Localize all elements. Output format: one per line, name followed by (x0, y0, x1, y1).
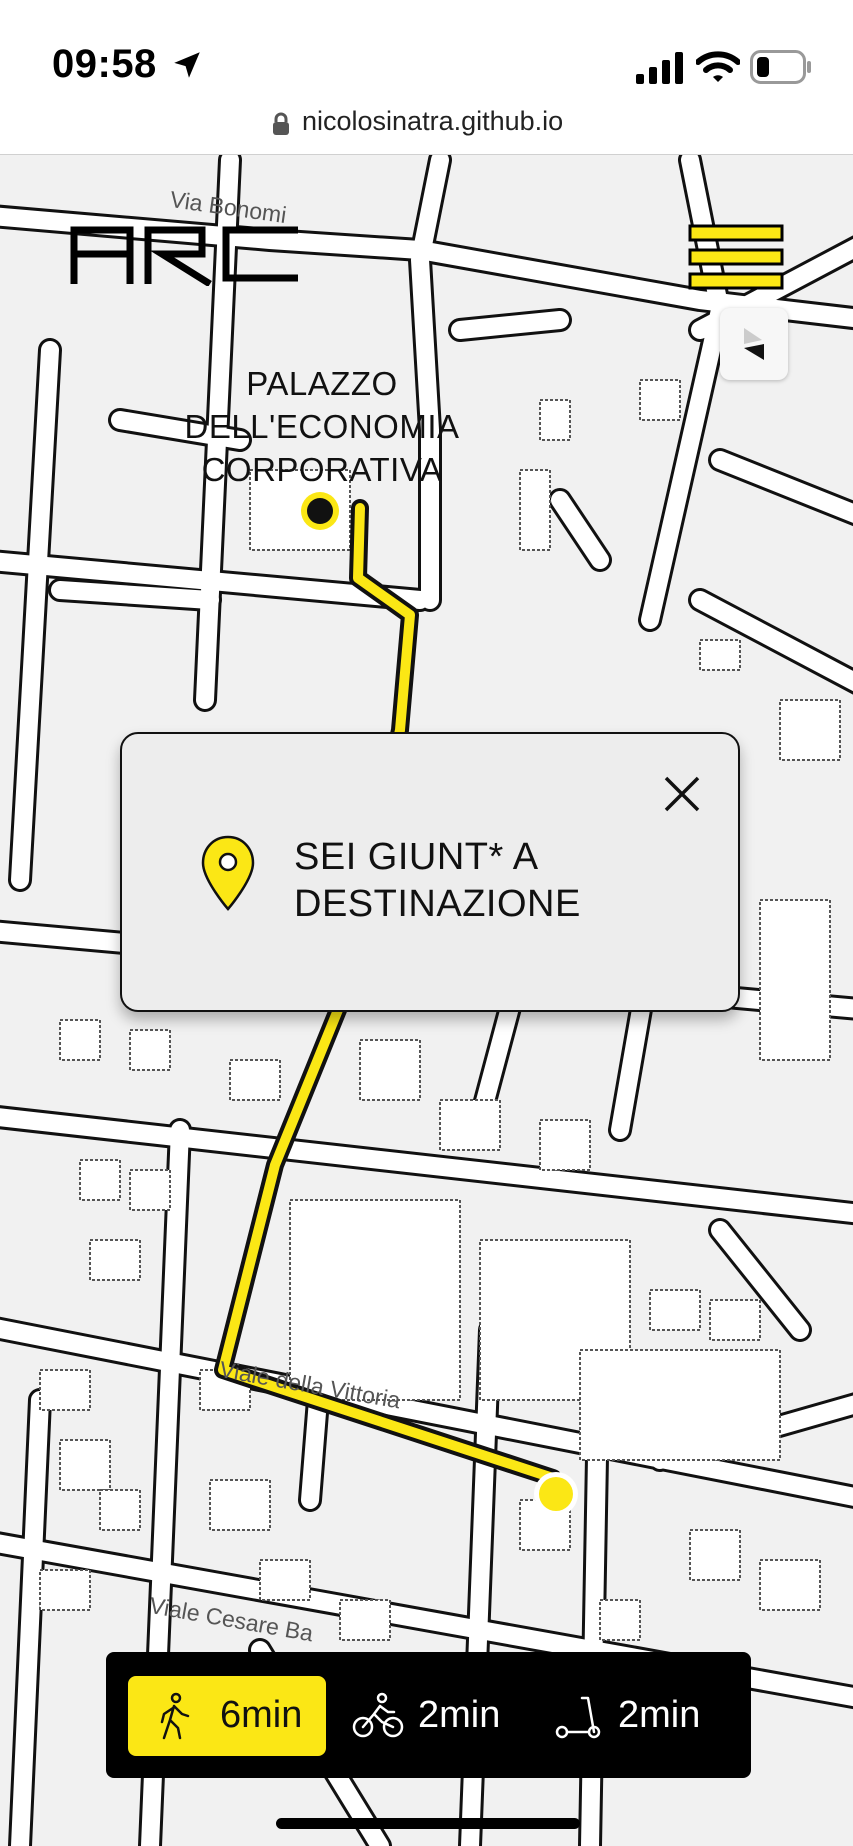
battery-icon (750, 50, 811, 84)
mode-scooter-time: 2min (618, 1694, 701, 1736)
mode-walk-button[interactable]: 6min (128, 1676, 326, 1756)
status-bar: 09:58 (0, 0, 853, 100)
walk-icon (160, 1692, 190, 1740)
arrival-message: SEI GIUNT* A DESTINAZIONE (294, 834, 714, 928)
lock-icon (273, 112, 289, 135)
destination-marker (301, 492, 339, 530)
place-label-line-2: DELL'ECONOMIA (184, 408, 460, 445)
place-label-line-1: PALAZZO (246, 365, 398, 402)
arc-logo[interactable] (70, 222, 300, 286)
status-time: 09:58 (52, 42, 157, 86)
arrival-dialog: SEI GIUNT* A DESTINAZIONE (120, 732, 740, 1012)
mode-bike-button[interactable]: 2min (326, 1676, 526, 1756)
mode-walk-time: 6min (220, 1694, 303, 1736)
mode-scooter-button[interactable]: 2min (526, 1676, 726, 1756)
url-bar[interactable]: nicolosinatra.github.io (0, 100, 853, 155)
arrival-message-line-2: DESTINAZIONE (294, 883, 581, 925)
mode-bike-time: 2min (418, 1694, 501, 1736)
current-position-marker (534, 1472, 578, 1516)
compass-button[interactable] (720, 308, 788, 380)
transport-mode-bar: 6min 2min 2min (106, 1652, 751, 1778)
signal-icon (636, 52, 683, 84)
arrival-message-line-1: SEI GIUNT* A (294, 836, 539, 878)
location-arrow-icon (174, 52, 200, 78)
wifi-icon (696, 51, 740, 82)
map-pin-icon (201, 835, 255, 911)
url-text: nicolosinatra.github.io (302, 106, 564, 136)
place-label: PALAZZO DELL'ECONOMIA CORPORATIVA (160, 362, 484, 491)
close-icon[interactable] (658, 770, 706, 818)
bike-icon (352, 1692, 404, 1738)
place-label-line-3: CORPORATIVA (201, 451, 443, 488)
compass-icon (744, 328, 764, 360)
home-indicator[interactable] (276, 1818, 580, 1829)
scooter-icon (555, 1696, 601, 1739)
menu-button[interactable] (688, 224, 784, 290)
